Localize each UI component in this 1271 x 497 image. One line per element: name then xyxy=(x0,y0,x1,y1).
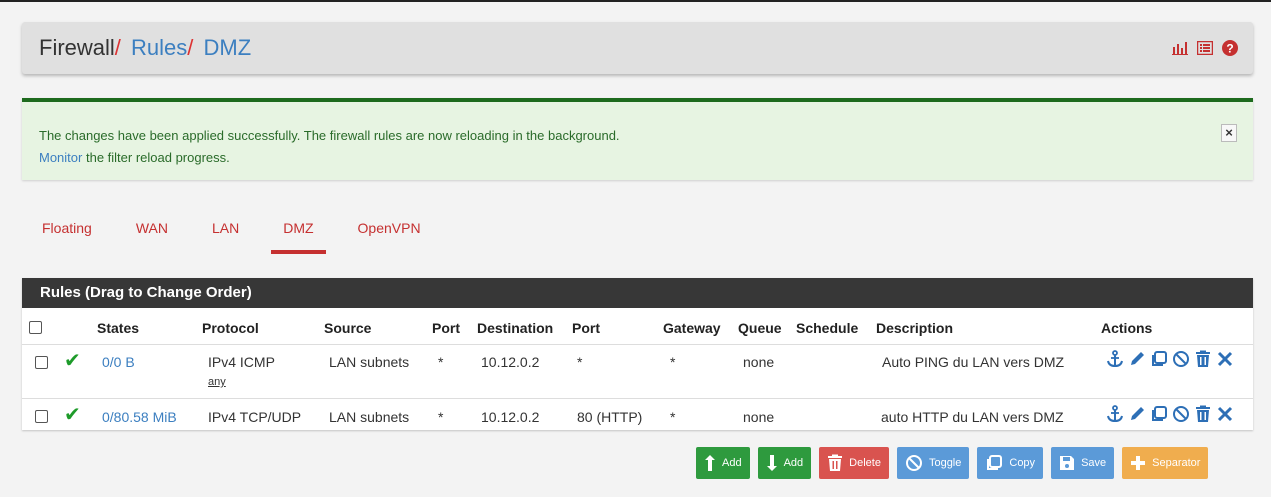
edit-icon[interactable] xyxy=(1127,404,1147,424)
col-states[interactable]: States xyxy=(97,320,139,336)
pass-check-icon[interactable]: ✔ xyxy=(64,348,81,373)
breadcrumb: Firewall/ Rules/ DMZ xyxy=(39,35,251,61)
tab-openvpn[interactable]: OpenVPN xyxy=(346,220,433,256)
tab-dmz[interactable]: DMZ xyxy=(271,220,326,256)
tab-floating[interactable]: Floating xyxy=(30,220,104,256)
disable-icon[interactable] xyxy=(1171,349,1191,369)
trash-icon[interactable] xyxy=(1193,349,1213,369)
protocol-subtype: any xyxy=(208,376,226,388)
page-header: Firewall/ Rules/ DMZ ? xyxy=(22,22,1253,74)
breadcrumb-rules[interactable]: Rules xyxy=(131,35,187,60)
row-actions xyxy=(1105,404,1235,424)
col-actions: Actions xyxy=(1101,320,1153,336)
add-bottom-button[interactable]: Add xyxy=(757,447,812,479)
trash-icon[interactable] xyxy=(1193,404,1213,424)
rules-panel: Rules (Drag to Change Order) States Prot… xyxy=(22,278,1253,430)
col-queue[interactable]: Queue xyxy=(738,320,782,336)
gateway-cell: * xyxy=(670,409,676,425)
col-destination[interactable]: Destination xyxy=(477,320,553,336)
divider xyxy=(22,398,1253,399)
success-alert: The changes have been applied successful… xyxy=(22,98,1253,180)
col-gateway[interactable]: Gateway xyxy=(663,320,721,336)
panel-title: Rules (Drag to Change Order) xyxy=(22,278,1253,308)
monitor-link[interactable]: Monitor xyxy=(39,150,82,165)
source-port-cell: * xyxy=(438,354,444,370)
protocol-cell: IPv4 ICMP xyxy=(208,354,275,370)
add-bottom-label: Add xyxy=(783,457,804,469)
select-all-checkbox[interactable] xyxy=(29,321,42,334)
source-cell: LAN subnets xyxy=(329,354,410,370)
col-description[interactable]: Description xyxy=(876,320,953,336)
col-protocol[interactable]: Protocol xyxy=(202,320,259,336)
row-checkbox[interactable] xyxy=(35,356,48,369)
col-destination-port[interactable]: Port xyxy=(572,320,600,336)
description-cell: auto HTTP du LAN vers DMZ xyxy=(881,409,1064,425)
trash-icon xyxy=(827,454,843,472)
breadcrumb-separator: / xyxy=(114,35,121,60)
protocol-cell: IPv4 TCP/UDP xyxy=(208,409,302,425)
separator-label: Separator xyxy=(1152,457,1201,469)
chart-icon[interactable] xyxy=(1171,39,1189,57)
source-port-cell: * xyxy=(438,409,444,425)
divider xyxy=(22,344,1253,345)
states-link[interactable]: 0/0 B xyxy=(102,354,135,370)
states-link[interactable]: 0/80.58 MiB xyxy=(102,409,177,425)
tab-wan[interactable]: WAN xyxy=(124,220,180,256)
add-top-label: Add xyxy=(722,457,742,469)
add-top-button[interactable]: Add xyxy=(696,447,750,479)
col-schedule[interactable]: Schedule xyxy=(796,320,858,336)
plus-icon xyxy=(1130,455,1146,471)
alert-message: The changes have been applied successful… xyxy=(39,125,620,169)
delete-x-icon[interactable] xyxy=(1215,349,1235,369)
list-icon[interactable] xyxy=(1196,39,1214,57)
breadcrumb-firewall: Firewall xyxy=(39,35,115,60)
destination-cell: 10.12.0.2 xyxy=(481,409,540,425)
col-source-port[interactable]: Port xyxy=(432,320,460,336)
alert-text: The changes have been applied successful… xyxy=(39,128,620,143)
rules-button-bar: Add Add Delete Toggle Copy Save Separato… xyxy=(696,447,1209,479)
toggle-button[interactable]: Toggle xyxy=(896,447,970,479)
delete-button[interactable]: Delete xyxy=(819,447,889,479)
copy-button[interactable]: Copy xyxy=(977,447,1044,479)
anchor-icon[interactable] xyxy=(1105,404,1125,424)
edit-icon[interactable] xyxy=(1127,349,1147,369)
anchor-icon[interactable] xyxy=(1105,349,1125,369)
gateway-cell: * xyxy=(670,354,676,370)
disable-icon xyxy=(905,454,923,472)
svg-text:?: ? xyxy=(1226,42,1233,56)
description-cell: Auto PING du LAN vers DMZ xyxy=(882,354,1065,370)
copy-icon[interactable] xyxy=(1149,349,1169,369)
pass-check-icon[interactable]: ✔ xyxy=(64,402,81,427)
queue-cell: none xyxy=(743,354,775,370)
help-icon[interactable]: ? xyxy=(1221,39,1239,57)
source-cell: LAN subnets xyxy=(329,409,410,425)
arrow-up-icon xyxy=(704,454,716,472)
interface-tabs: Floating WAN LAN DMZ OpenVPN xyxy=(30,220,453,256)
header-icon-group: ? xyxy=(1171,39,1239,57)
col-source[interactable]: Source xyxy=(324,320,371,336)
save-icon xyxy=(1059,455,1075,471)
delete-x-icon[interactable] xyxy=(1215,404,1235,424)
delete-label: Delete xyxy=(849,457,881,469)
save-button[interactable]: Save xyxy=(1051,447,1115,479)
close-icon[interactable]: × xyxy=(1221,124,1237,142)
destination-port-cell: * xyxy=(577,354,583,370)
alert-link-suffix: the filter reload progress. xyxy=(82,150,230,165)
destination-cell: 10.12.0.2 xyxy=(481,354,540,370)
queue-cell: none xyxy=(743,409,775,425)
disable-icon[interactable] xyxy=(1171,404,1191,424)
tab-lan[interactable]: LAN xyxy=(200,220,251,256)
destination-port-cell: 80 (HTTP) xyxy=(577,409,643,425)
breadcrumb-separator: / xyxy=(187,35,194,60)
copy-label: Copy xyxy=(1009,457,1036,469)
separator-button[interactable]: Separator xyxy=(1122,447,1209,479)
breadcrumb-dmz[interactable]: DMZ xyxy=(204,35,252,60)
row-checkbox[interactable] xyxy=(35,410,48,423)
row-actions xyxy=(1105,349,1235,369)
save-label: Save xyxy=(1081,457,1107,469)
copy-icon xyxy=(985,454,1003,472)
arrow-down-icon xyxy=(766,454,778,472)
copy-icon[interactable] xyxy=(1149,404,1169,424)
toggle-label: Toggle xyxy=(928,457,962,469)
